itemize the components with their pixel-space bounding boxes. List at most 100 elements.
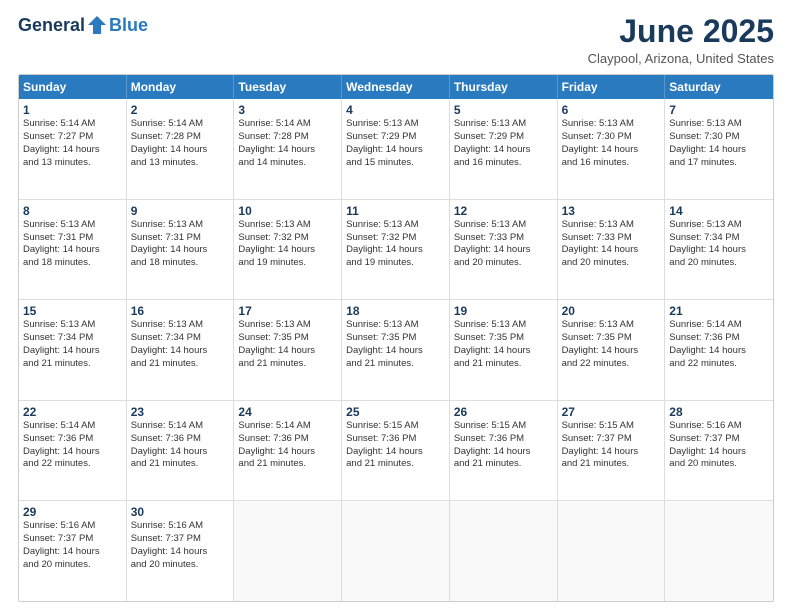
day-number: 24 [238,405,337,419]
day-number: 25 [346,405,445,419]
day-number: 11 [346,204,445,218]
day-number: 3 [238,103,337,117]
header-monday: Monday [127,75,235,99]
calendar-header: Sunday Monday Tuesday Wednesday Thursday… [19,75,773,99]
day-info: Sunrise: 5:13 AM Sunset: 7:29 PM Dayligh… [346,118,445,169]
cal-cell [342,501,450,601]
cal-cell: 26Sunrise: 5:15 AM Sunset: 7:36 PM Dayli… [450,401,558,501]
cal-cell [234,501,342,601]
header-sunday: Sunday [19,75,127,99]
day-info: Sunrise: 5:16 AM Sunset: 7:37 PM Dayligh… [669,420,769,471]
day-number: 21 [669,304,769,318]
cal-row-1: 1Sunrise: 5:14 AM Sunset: 7:27 PM Daylig… [19,99,773,200]
day-info: Sunrise: 5:14 AM Sunset: 7:36 PM Dayligh… [238,420,337,471]
day-number: 2 [131,103,230,117]
day-number: 8 [23,204,122,218]
cal-cell: 2Sunrise: 5:14 AM Sunset: 7:28 PM Daylig… [127,99,235,199]
day-number: 23 [131,405,230,419]
title-block: June 2025 Claypool, Arizona, United Stat… [588,14,774,66]
day-number: 4 [346,103,445,117]
cal-cell: 19Sunrise: 5:13 AM Sunset: 7:35 PM Dayli… [450,300,558,400]
day-info: Sunrise: 5:14 AM Sunset: 7:28 PM Dayligh… [131,118,230,169]
cal-cell: 22Sunrise: 5:14 AM Sunset: 7:36 PM Dayli… [19,401,127,501]
day-number: 7 [669,103,769,117]
logo-blue: Blue [109,16,148,34]
header-friday: Friday [558,75,666,99]
cal-cell: 30Sunrise: 5:16 AM Sunset: 7:37 PM Dayli… [127,501,235,601]
cal-cell: 4Sunrise: 5:13 AM Sunset: 7:29 PM Daylig… [342,99,450,199]
cal-row-4: 22Sunrise: 5:14 AM Sunset: 7:36 PM Dayli… [19,401,773,502]
page-title: June 2025 [588,14,774,49]
day-info: Sunrise: 5:16 AM Sunset: 7:37 PM Dayligh… [131,520,230,571]
calendar-body: 1Sunrise: 5:14 AM Sunset: 7:27 PM Daylig… [19,99,773,601]
logo-icon [86,14,108,36]
day-info: Sunrise: 5:14 AM Sunset: 7:28 PM Dayligh… [238,118,337,169]
day-info: Sunrise: 5:14 AM Sunset: 7:36 PM Dayligh… [23,420,122,471]
day-info: Sunrise: 5:13 AM Sunset: 7:35 PM Dayligh… [454,319,553,370]
cal-cell: 17Sunrise: 5:13 AM Sunset: 7:35 PM Dayli… [234,300,342,400]
cal-cell: 14Sunrise: 5:13 AM Sunset: 7:34 PM Dayli… [665,200,773,300]
header-wednesday: Wednesday [342,75,450,99]
cal-cell: 18Sunrise: 5:13 AM Sunset: 7:35 PM Dayli… [342,300,450,400]
cal-cell: 9Sunrise: 5:13 AM Sunset: 7:31 PM Daylig… [127,200,235,300]
day-info: Sunrise: 5:13 AM Sunset: 7:31 PM Dayligh… [23,219,122,270]
logo-general: General [18,16,85,34]
day-number: 5 [454,103,553,117]
logo-text: General Blue [18,14,148,36]
day-info: Sunrise: 5:13 AM Sunset: 7:33 PM Dayligh… [454,219,553,270]
day-info: Sunrise: 5:13 AM Sunset: 7:35 PM Dayligh… [562,319,661,370]
cal-cell: 11Sunrise: 5:13 AM Sunset: 7:32 PM Dayli… [342,200,450,300]
cal-cell: 7Sunrise: 5:13 AM Sunset: 7:30 PM Daylig… [665,99,773,199]
day-number: 16 [131,304,230,318]
day-info: Sunrise: 5:13 AM Sunset: 7:33 PM Dayligh… [562,219,661,270]
cal-row-5: 29Sunrise: 5:16 AM Sunset: 7:37 PM Dayli… [19,501,773,601]
day-info: Sunrise: 5:15 AM Sunset: 7:37 PM Dayligh… [562,420,661,471]
cal-cell: 6Sunrise: 5:13 AM Sunset: 7:30 PM Daylig… [558,99,666,199]
cal-cell: 20Sunrise: 5:13 AM Sunset: 7:35 PM Dayli… [558,300,666,400]
day-number: 13 [562,204,661,218]
cal-cell: 24Sunrise: 5:14 AM Sunset: 7:36 PM Dayli… [234,401,342,501]
calendar: Sunday Monday Tuesday Wednesday Thursday… [18,74,774,602]
day-number: 20 [562,304,661,318]
day-number: 26 [454,405,553,419]
day-number: 10 [238,204,337,218]
cal-cell: 21Sunrise: 5:14 AM Sunset: 7:36 PM Dayli… [665,300,773,400]
day-number: 1 [23,103,122,117]
day-info: Sunrise: 5:13 AM Sunset: 7:32 PM Dayligh… [238,219,337,270]
day-info: Sunrise: 5:15 AM Sunset: 7:36 PM Dayligh… [454,420,553,471]
cal-cell [450,501,558,601]
cal-cell [665,501,773,601]
day-info: Sunrise: 5:13 AM Sunset: 7:30 PM Dayligh… [669,118,769,169]
cal-row-3: 15Sunrise: 5:13 AM Sunset: 7:34 PM Dayli… [19,300,773,401]
day-info: Sunrise: 5:15 AM Sunset: 7:36 PM Dayligh… [346,420,445,471]
day-number: 6 [562,103,661,117]
page: General Blue June 2025 Claypool, Arizona,… [0,0,792,612]
cal-cell: 29Sunrise: 5:16 AM Sunset: 7:37 PM Dayli… [19,501,127,601]
day-number: 22 [23,405,122,419]
cal-row-2: 8Sunrise: 5:13 AM Sunset: 7:31 PM Daylig… [19,200,773,301]
day-number: 15 [23,304,122,318]
cal-cell: 10Sunrise: 5:13 AM Sunset: 7:32 PM Dayli… [234,200,342,300]
day-number: 27 [562,405,661,419]
cal-cell: 5Sunrise: 5:13 AM Sunset: 7:29 PM Daylig… [450,99,558,199]
day-number: 29 [23,505,122,519]
day-number: 14 [669,204,769,218]
subtitle: Claypool, Arizona, United States [588,51,774,66]
day-number: 18 [346,304,445,318]
day-info: Sunrise: 5:14 AM Sunset: 7:27 PM Dayligh… [23,118,122,169]
header-thursday: Thursday [450,75,558,99]
day-info: Sunrise: 5:16 AM Sunset: 7:37 PM Dayligh… [23,520,122,571]
cal-cell: 23Sunrise: 5:14 AM Sunset: 7:36 PM Dayli… [127,401,235,501]
cal-cell: 15Sunrise: 5:13 AM Sunset: 7:34 PM Dayli… [19,300,127,400]
cal-cell: 12Sunrise: 5:13 AM Sunset: 7:33 PM Dayli… [450,200,558,300]
day-info: Sunrise: 5:14 AM Sunset: 7:36 PM Dayligh… [131,420,230,471]
day-number: 17 [238,304,337,318]
day-info: Sunrise: 5:13 AM Sunset: 7:34 PM Dayligh… [23,319,122,370]
day-info: Sunrise: 5:14 AM Sunset: 7:36 PM Dayligh… [669,319,769,370]
cal-cell: 25Sunrise: 5:15 AM Sunset: 7:36 PM Dayli… [342,401,450,501]
header-saturday: Saturday [665,75,773,99]
cal-cell: 28Sunrise: 5:16 AM Sunset: 7:37 PM Dayli… [665,401,773,501]
day-info: Sunrise: 5:13 AM Sunset: 7:34 PM Dayligh… [131,319,230,370]
day-info: Sunrise: 5:13 AM Sunset: 7:32 PM Dayligh… [346,219,445,270]
cal-cell: 8Sunrise: 5:13 AM Sunset: 7:31 PM Daylig… [19,200,127,300]
